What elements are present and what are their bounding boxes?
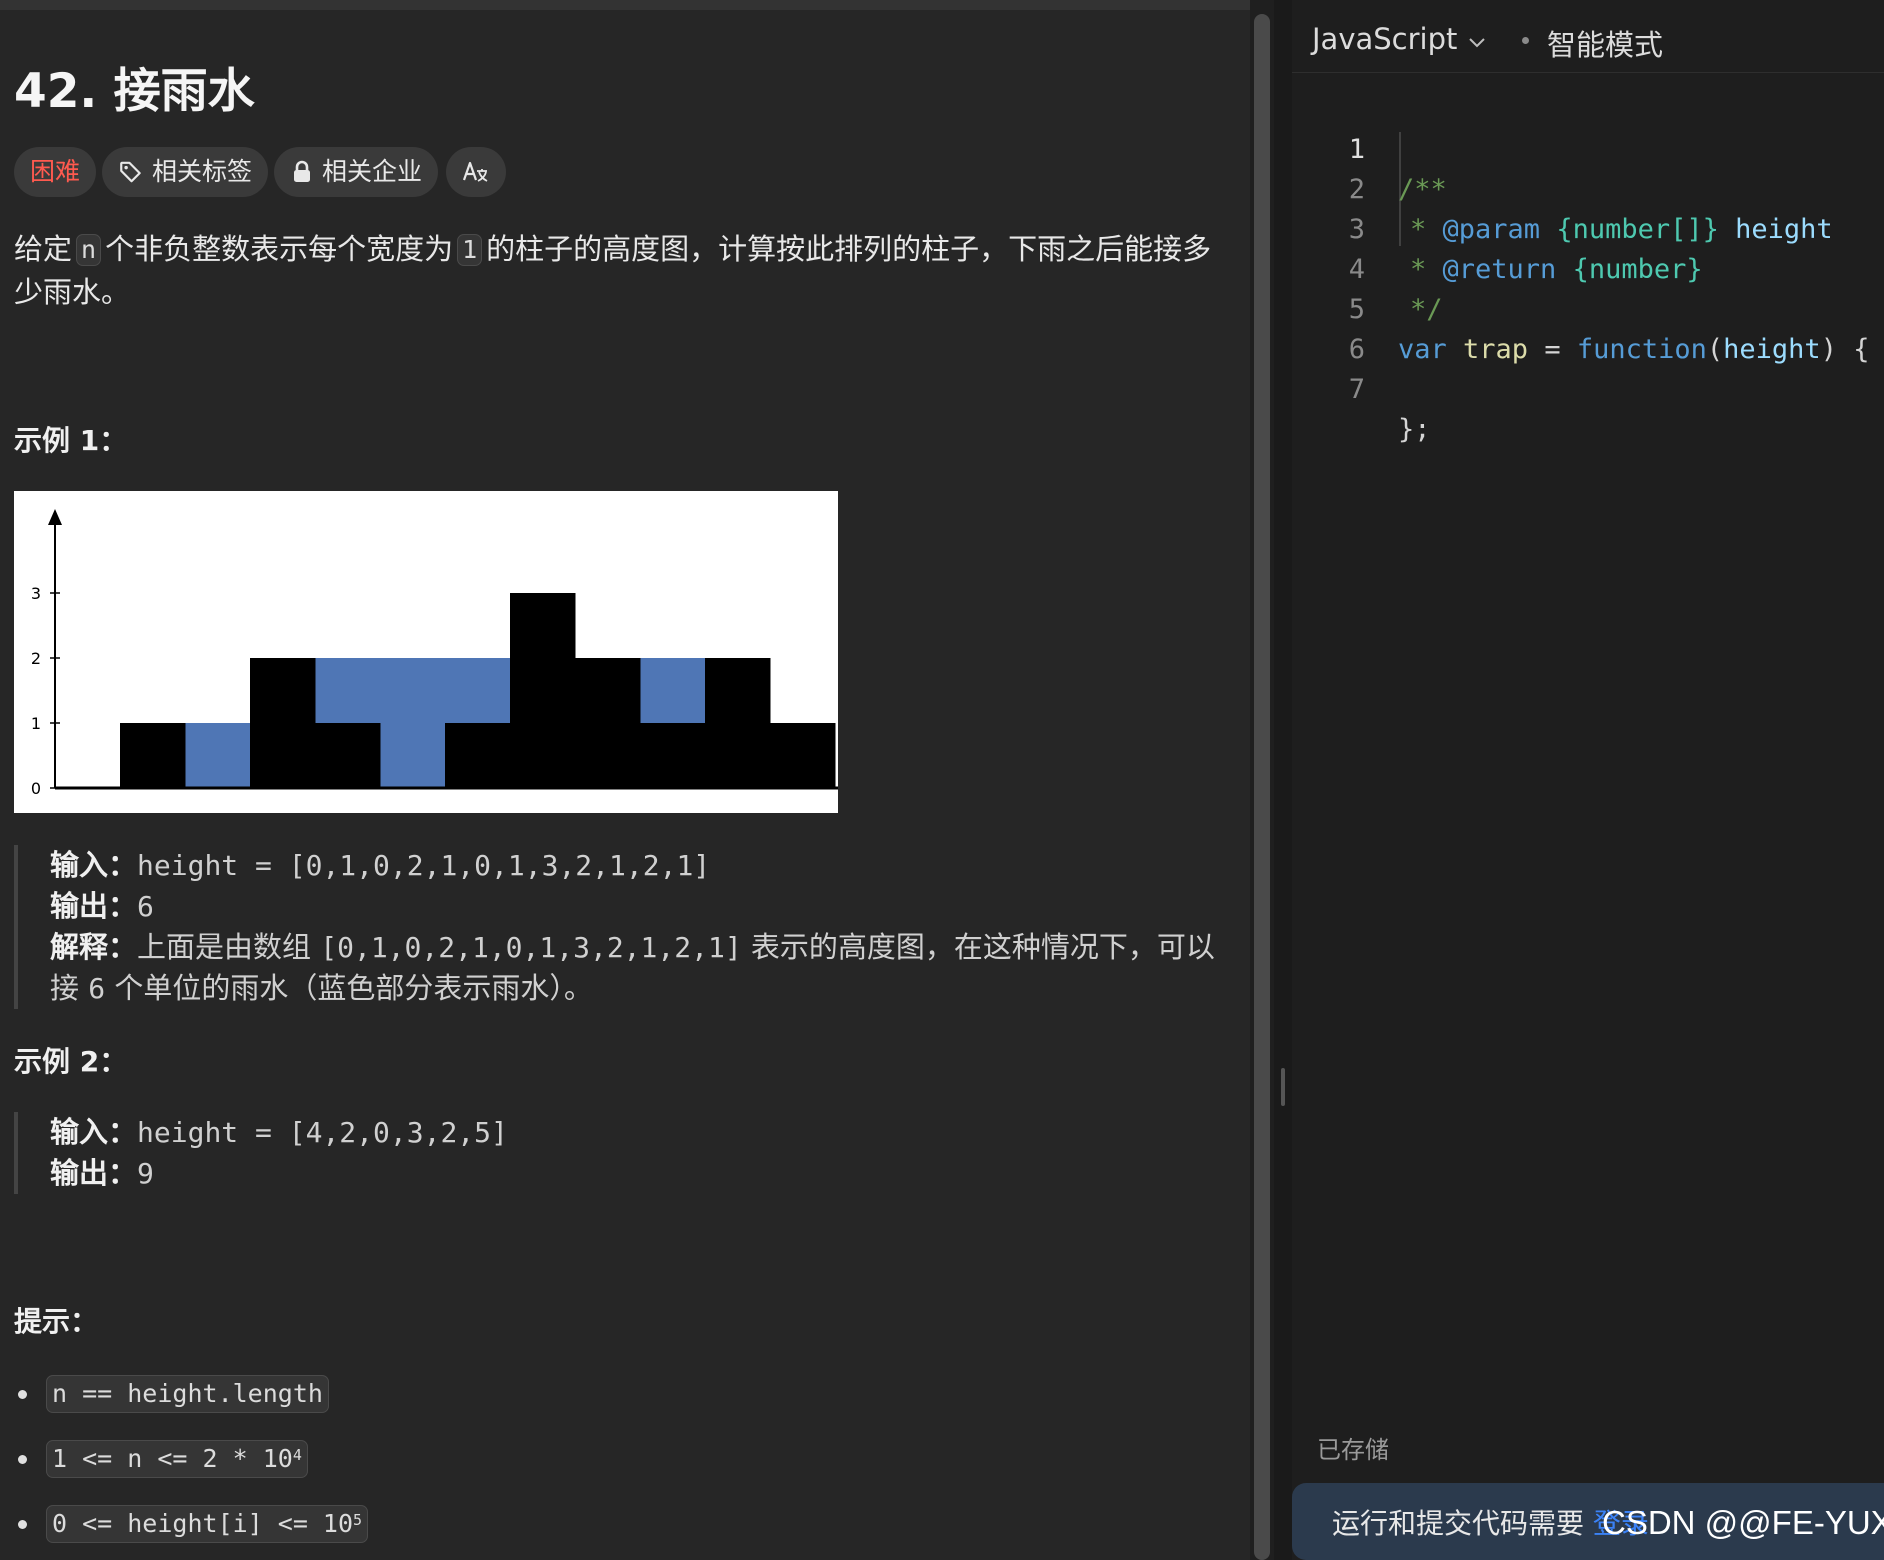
elevation-bar xyxy=(120,723,186,788)
translate-button[interactable] xyxy=(446,147,506,197)
y-tick-label: 3 xyxy=(31,584,41,603)
difficulty-label: 困难 xyxy=(30,157,81,186)
problem-statement: 给定 n 个非负整数表示每个宽度为 1 的柱子的高度图，计算按此排列的柱子，下雨之后能接… xyxy=(14,228,1214,314)
statement-text: 的柱子的高度图，计算按此排列的柱子，下雨之后能接多 xyxy=(486,232,1212,266)
input-label: 输入： xyxy=(50,1115,138,1149)
example-1-block: 输入：height = [0,1,0,2,1,0,1,3,2,1,2,1] 输出… xyxy=(14,845,1215,1009)
code-line[interactable]: 5 var trap = function(height) { xyxy=(1292,250,1884,365)
output-value: 6 xyxy=(137,890,154,923)
explanation-code: [0,1,0,2,1,0,1,3,2,1,2,1] xyxy=(320,931,742,964)
statement-text: 个非负整数表示每个宽度为 xyxy=(105,232,454,266)
example-1-input: 输入：height = [0,1,0,2,1,0,1,3,2,1,2,1] xyxy=(50,845,1214,886)
explanation-text: 上面是由数组 xyxy=(137,930,312,964)
y-axis-arrow xyxy=(48,509,62,525)
water-cell xyxy=(445,658,511,723)
code-line[interactable]: 4 */ xyxy=(1292,210,1884,325)
constraint-item: n == height.length xyxy=(18,1375,329,1413)
input-label: 输入： xyxy=(50,848,138,882)
constraint-code: 1 <= n <= 2 * 104 xyxy=(46,1440,308,1478)
elevation-bar xyxy=(770,723,836,788)
output-label: 输出： xyxy=(50,889,138,923)
description-scrollbar-thumb[interactable] xyxy=(1254,14,1270,1560)
water-cell xyxy=(315,658,381,723)
inline-code-1: 1 xyxy=(457,234,483,266)
code-editor-panel: JavaScript 智能模式 1 /** 2 * @param {number… xyxy=(1292,0,1884,1560)
water-cell xyxy=(640,658,706,723)
code-text: }; xyxy=(1398,414,1431,445)
example-2-output: 输出：9 xyxy=(50,1153,1214,1194)
pane-resize-handle[interactable] xyxy=(1281,1068,1285,1106)
output-label: 输出： xyxy=(50,1156,138,1190)
example-2-block: 输入：height = [4,2,0,3,2,5] 输出：9 xyxy=(14,1112,1214,1194)
elevation-map-svg: 0 1 2 3 xyxy=(31,509,838,798)
explanation-text: 个单位的雨水（蓝色部分表示雨水）。 xyxy=(114,971,593,1005)
y-tick-label: 2 xyxy=(31,649,41,668)
language-label: JavaScript xyxy=(1312,22,1458,56)
problem-description-panel: 42. 接雨水 困难 相关标签 相关企业 给定 n 个非负整数表示每个宽度为 1 的柱子… xyxy=(0,0,1250,1560)
code-line[interactable]: 6 xyxy=(1292,290,1884,365)
example-1-explanation: 解释：上面是由数组 [0,1,0,2,1,0,1,3,2,1,2,1] 表示的高… xyxy=(50,927,1215,968)
elevation-bar xyxy=(250,658,316,788)
elevation-bar xyxy=(445,723,511,788)
y-tick-label: 0 xyxy=(31,779,41,798)
example-1-output: 输出：6 xyxy=(50,886,1214,927)
code-line[interactable]: 7 }; xyxy=(1292,330,1884,445)
code-line[interactable]: 2 * @param {number[]} height xyxy=(1292,130,1884,245)
difficulty-badge: 困难 xyxy=(14,147,97,197)
elevation-bar xyxy=(315,723,381,788)
explanation-text: 接 xyxy=(50,971,80,1005)
line-number: 7 xyxy=(1348,374,1365,405)
pane-divider[interactable] xyxy=(1274,0,1292,1560)
chevron-down-icon xyxy=(1467,22,1487,56)
related-tags-button[interactable]: 相关标签 xyxy=(102,147,269,197)
y-tick-label: 1 xyxy=(31,714,41,733)
example-2-heading: 示例 2： xyxy=(14,1045,128,1078)
lock-icon xyxy=(290,159,314,185)
smart-mode-toggle[interactable]: 智能模式 xyxy=(1547,22,1663,64)
explanation-number: 6 xyxy=(88,972,106,1005)
problem-title: 42. 接雨水 xyxy=(14,64,255,119)
bullet-dot xyxy=(18,1519,27,1529)
related-tags-label: 相关标签 xyxy=(152,157,253,186)
output-value: 9 xyxy=(137,1157,154,1190)
inline-code-n: n xyxy=(76,234,102,266)
example-1-heading: 示例 1： xyxy=(14,424,128,457)
constraints-heading: 提示： xyxy=(14,1305,99,1338)
example-1-explanation-cont: 接 6 个单位的雨水（蓝色部分表示雨水）。 xyxy=(50,968,1214,1009)
login-banner: 运行和提交代码需要 登录 CSDN @@FE-YUX xyxy=(1292,1483,1884,1560)
elevation-bar xyxy=(510,593,576,788)
explanation-label: 解释： xyxy=(50,930,138,964)
elevation-bar xyxy=(640,723,706,788)
bullet-dot xyxy=(18,1454,27,1464)
constraint-item: 1 <= n <= 2 * 104 xyxy=(18,1440,308,1478)
tag-icon xyxy=(118,159,144,185)
translate-icon xyxy=(461,159,491,185)
elevation-bar xyxy=(575,658,641,788)
example-2-input: 输入：height = [4,2,0,3,2,5] xyxy=(50,1112,1214,1153)
elevation-bar xyxy=(705,658,771,788)
language-select[interactable]: JavaScript xyxy=(1312,22,1487,56)
elevation-map-figure: 0 1 2 3 xyxy=(14,491,838,813)
related-companies-label: 相关企业 xyxy=(322,157,423,186)
code-line[interactable]: 3 * @return {number} xyxy=(1292,170,1884,285)
login-prompt-text: 运行和提交代码需要 xyxy=(1332,1507,1585,1540)
water-cell xyxy=(380,658,446,788)
constraint-code: 0 <= height[i] <= 105 xyxy=(46,1505,369,1543)
panel-top-bar xyxy=(0,0,1250,10)
related-companies-button[interactable]: 相关企业 xyxy=(274,147,439,197)
bullet-dot xyxy=(18,1389,27,1399)
water-cell xyxy=(185,723,251,788)
statement-text: 少雨水。 xyxy=(14,275,131,309)
code-line[interactable]: 1 /** xyxy=(1292,90,1884,205)
input-value: height = [4,2,0,3,2,5] xyxy=(137,1116,508,1149)
constraint-item: 0 <= height[i] <= 105 xyxy=(18,1505,369,1543)
editor-toolbar: JavaScript 智能模式 xyxy=(1292,0,1884,73)
explanation-text: 表示的高度图，在这种情况下，可以 xyxy=(750,930,1215,964)
save-status: 已存储 xyxy=(1317,1436,1389,1464)
watermark: CSDN @@FE-YUX xyxy=(1602,1504,1884,1541)
statement-text: 给定 xyxy=(14,232,73,266)
constraint-code: n == height.length xyxy=(46,1375,329,1413)
mode-indicator-dot xyxy=(1522,37,1529,44)
input-value: height = [0,1,0,2,1,0,1,3,2,1,2,1] xyxy=(137,849,711,882)
